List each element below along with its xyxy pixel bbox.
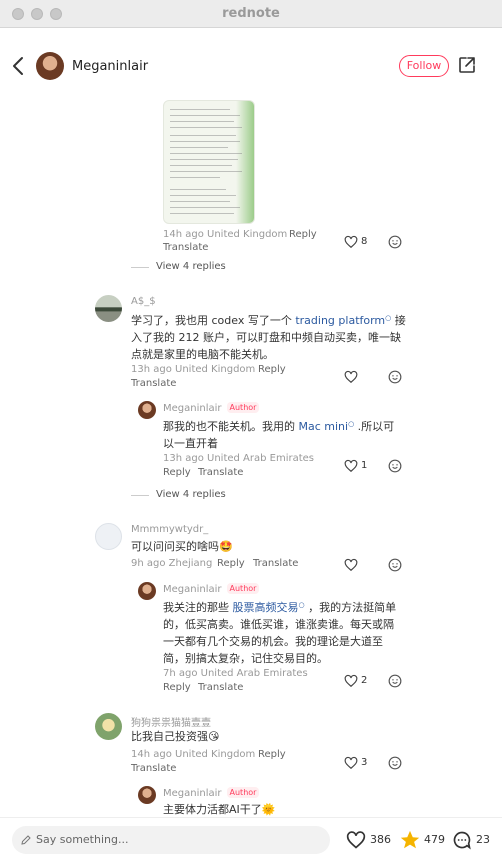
trading-platform-link[interactable]: trading platform bbox=[295, 314, 385, 327]
reply-time: 13h ago United Arab Emirates bbox=[163, 453, 315, 464]
stock-trading-link[interactable]: 股票高频交易 bbox=[233, 601, 299, 614]
comments-list[interactable]: 14h ago United Kingdom Reply Translate 8… bbox=[0, 80, 502, 817]
translate-button[interactable]: Translate bbox=[163, 242, 208, 253]
star-total: 479 bbox=[424, 833, 445, 846]
reply-text: 主要体力活都AI干了🌞 bbox=[163, 803, 276, 816]
comment-input[interactable]: Say something... bbox=[12, 826, 330, 854]
author-avatar[interactable] bbox=[138, 582, 156, 600]
author-avatar[interactable] bbox=[36, 52, 64, 80]
reply-button[interactable]: Reply bbox=[258, 749, 286, 760]
like-total: 386 bbox=[370, 833, 391, 846]
reply-time: 7h ago United Arab Emirates bbox=[163, 668, 308, 679]
heart-icon[interactable] bbox=[344, 756, 358, 770]
view-replies-link[interactable]: View 4 replies bbox=[156, 261, 226, 272]
user-avatar[interactable] bbox=[95, 295, 122, 322]
reply-button[interactable]: Reply bbox=[217, 558, 245, 569]
reply-username[interactable]: Meganinlair Author bbox=[163, 583, 260, 595]
like-count: 2 bbox=[361, 675, 368, 686]
translate-button[interactable]: Translate bbox=[198, 467, 243, 478]
reply-username[interactable]: Meganinlair Author bbox=[163, 402, 260, 414]
comment-total: 23 bbox=[476, 833, 490, 846]
heart-icon[interactable] bbox=[344, 459, 358, 473]
comment-username[interactable]: Mmmmywtydr_ bbox=[131, 524, 208, 535]
comment-image[interactable] bbox=[163, 100, 255, 224]
pencil-icon bbox=[21, 835, 31, 845]
author-avatar[interactable] bbox=[138, 786, 156, 804]
heart-icon[interactable] bbox=[344, 558, 358, 572]
reply-username[interactable]: Meganinlair Author bbox=[163, 787, 260, 799]
window-title: rednote bbox=[222, 6, 280, 21]
reply-text: 那我的也不能关机。我用的 Mac mini○ .所以可以一直开着 bbox=[163, 420, 395, 450]
back-arrow-icon[interactable] bbox=[10, 55, 28, 77]
comment-username[interactable]: A$_$ bbox=[131, 296, 156, 307]
comment-time: 14h ago United Kingdom bbox=[163, 229, 288, 240]
comment-time: 14h ago United Kingdom bbox=[131, 749, 256, 760]
translate-button[interactable]: Translate bbox=[253, 558, 298, 569]
heart-icon[interactable] bbox=[344, 235, 358, 249]
like-count: 8 bbox=[361, 236, 368, 247]
emoji-reaction-icon[interactable] bbox=[388, 756, 402, 770]
comment-bubble-icon[interactable] bbox=[452, 830, 472, 850]
replies-divider bbox=[131, 495, 149, 496]
translate-button[interactable]: Translate bbox=[198, 682, 243, 693]
star-icon[interactable] bbox=[399, 829, 421, 851]
reply-button[interactable]: Reply bbox=[163, 467, 191, 478]
view-replies-link[interactable]: View 4 replies bbox=[156, 489, 226, 500]
author-name[interactable]: Meganinlair bbox=[72, 59, 148, 74]
comment-username[interactable]: 狗狗祟祟猫猫壹壹 bbox=[131, 714, 211, 729]
like-heart-icon[interactable] bbox=[346, 830, 366, 850]
reply-button[interactable]: Reply bbox=[258, 364, 286, 375]
author-avatar[interactable] bbox=[138, 401, 156, 419]
user-avatar[interactable] bbox=[95, 523, 122, 550]
mac-mini-link[interactable]: Mac mini bbox=[299, 420, 349, 433]
bottom-action-bar: Say something... 386 479 23 bbox=[0, 817, 502, 859]
translate-button[interactable]: Translate bbox=[131, 763, 176, 774]
comment-time: 9h ago Zhejiang bbox=[131, 558, 213, 569]
reply-button[interactable]: Reply bbox=[289, 229, 317, 240]
emoji-reaction-icon[interactable] bbox=[388, 674, 402, 688]
author-badge: Author bbox=[226, 402, 260, 413]
translate-button[interactable]: Translate bbox=[131, 378, 176, 389]
replies-divider bbox=[131, 267, 149, 268]
comment-text: 比我自己投资强😘 bbox=[131, 730, 220, 743]
share-icon[interactable] bbox=[458, 56, 476, 74]
window-titlebar: rednote bbox=[0, 0, 502, 28]
author-badge: Author bbox=[226, 787, 260, 798]
emoji-reaction-icon[interactable] bbox=[388, 370, 402, 384]
comment-time: 13h ago United Kingdom bbox=[131, 364, 256, 375]
reply-button[interactable]: Reply bbox=[163, 682, 191, 693]
emoji-reaction-icon[interactable] bbox=[388, 235, 402, 249]
reply-text: 我关注的那些 股票高频交易○ ，我的方法挺简单的，低买高卖。谁低买谁，谁涨卖谁。… bbox=[163, 601, 397, 665]
user-avatar[interactable] bbox=[95, 713, 122, 740]
emoji-reaction-icon[interactable] bbox=[388, 558, 402, 572]
author-badge: Author bbox=[226, 583, 260, 594]
like-count: 1 bbox=[361, 460, 368, 471]
comment-text: 可以问问买的啥吗🤩 bbox=[131, 540, 233, 553]
emoji-reaction-icon[interactable] bbox=[388, 459, 402, 473]
comment-text: 学习了，我也用 codex 写了一个 trading platform○ 接入了… bbox=[131, 314, 406, 361]
heart-icon[interactable] bbox=[344, 370, 358, 384]
heart-icon[interactable] bbox=[344, 674, 358, 688]
like-count: 3 bbox=[361, 757, 368, 768]
follow-button[interactable]: Follow bbox=[399, 55, 449, 77]
